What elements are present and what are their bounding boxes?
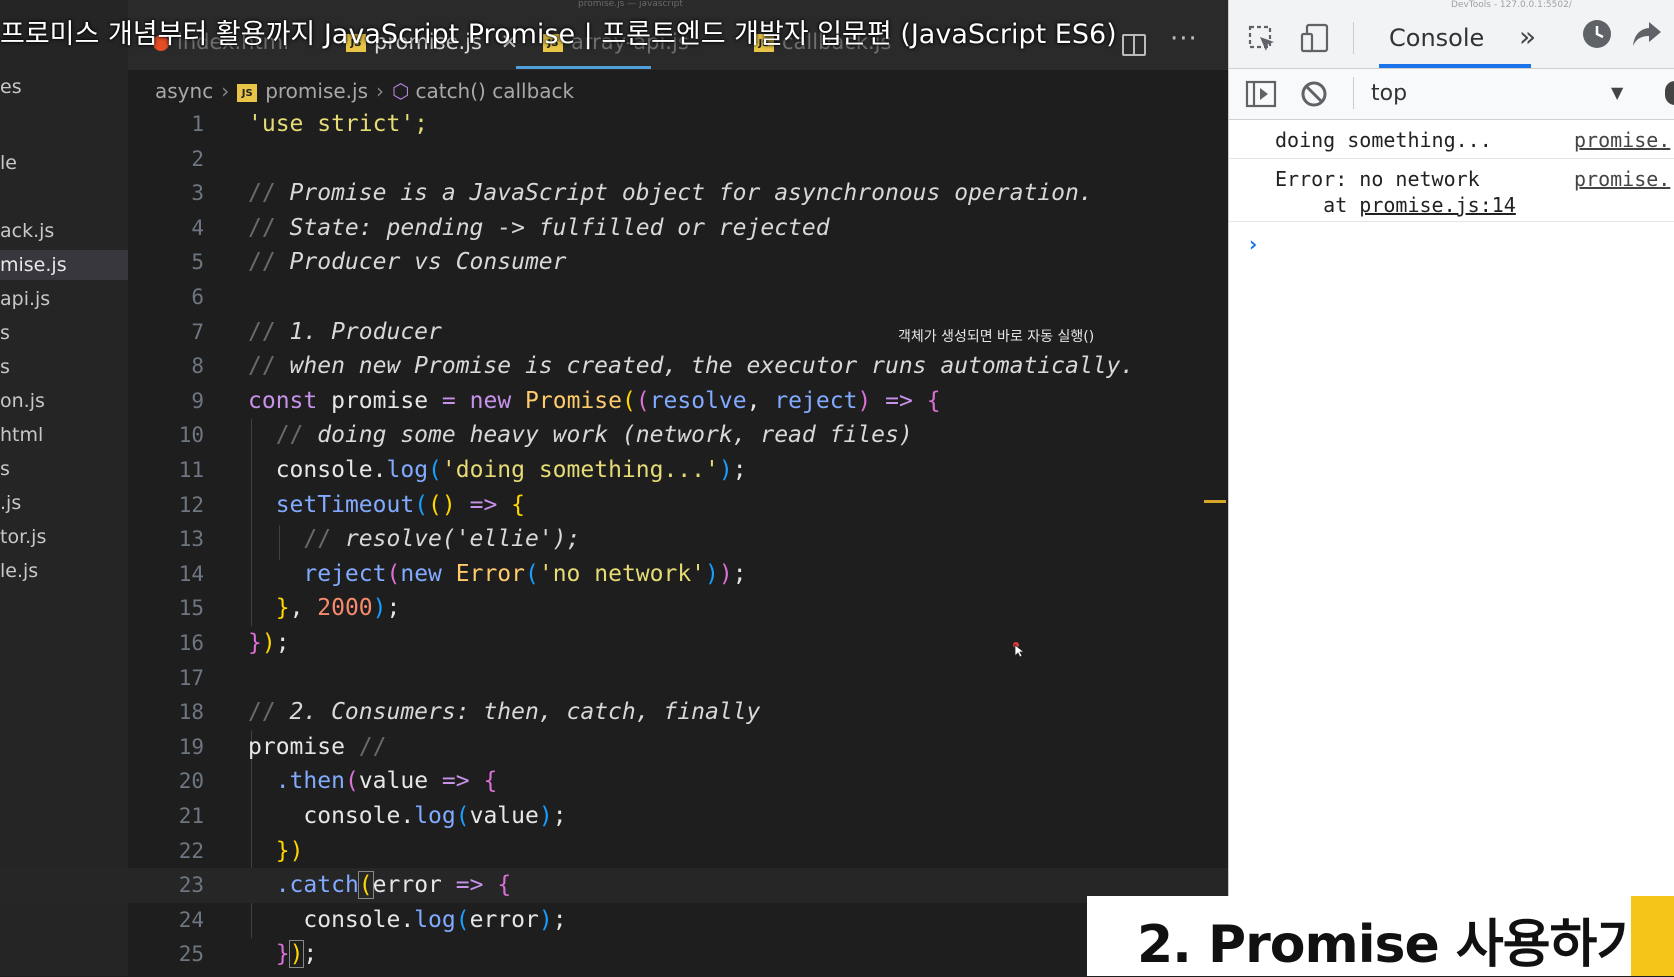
line-number: 20 bbox=[178, 769, 204, 794]
breadcrumb-file[interactable]: promise.js bbox=[265, 79, 368, 103]
console-prompt-icon[interactable]: › bbox=[1249, 232, 1257, 256]
line-number: 22 bbox=[178, 838, 204, 863]
line-number: 4 bbox=[191, 215, 204, 240]
code-line: 13 // resolve('ellie'); bbox=[0, 522, 1228, 557]
code-line: 12 setTimeout(() => { bbox=[0, 488, 1228, 523]
line-number: 5 bbox=[191, 250, 204, 275]
breadcrumb-folder[interactable]: async bbox=[155, 79, 213, 103]
devtools-caption: DevTools - 127.0.0.1:5502/ bbox=[1451, 0, 1572, 10]
line-number: 18 bbox=[178, 700, 204, 725]
line-number: 13 bbox=[178, 527, 204, 552]
line-number: 19 bbox=[178, 734, 204, 759]
context-selector[interactable]: top bbox=[1371, 81, 1407, 106]
toolbar-divider bbox=[1353, 22, 1354, 54]
code-line: 20 .then(value => { bbox=[0, 764, 1228, 799]
sidebar-toggle-icon[interactable] bbox=[1245, 79, 1277, 109]
overview-ruler-marker bbox=[1204, 500, 1226, 503]
sidebar-heading: es bbox=[0, 76, 22, 98]
js-icon: JS bbox=[237, 83, 258, 102]
line-number: 24 bbox=[178, 907, 204, 932]
code-line: 5// Producer vs Consumer bbox=[0, 245, 1228, 280]
eye-icon[interactable] bbox=[1665, 81, 1674, 105]
line-number: 23 bbox=[178, 873, 204, 898]
line-number: 25 bbox=[178, 942, 204, 967]
code-editor: es le ack.js mise.js api.js s s on.js ht… bbox=[0, 0, 1228, 976]
line-number: 7 bbox=[191, 319, 204, 344]
split-editor-icon[interactable] bbox=[1122, 34, 1146, 56]
clock-icon[interactable] bbox=[1581, 18, 1613, 50]
chevron-right-icon: › bbox=[221, 79, 230, 103]
code-line: 1'use strict'; bbox=[0, 107, 1228, 142]
code-line: 18// 2. Consumers: then, catch, finally bbox=[0, 695, 1228, 730]
subtitle-text: 2. Promise 사용하기 bbox=[1137, 915, 1644, 975]
breadcrumb-symbol[interactable]: catch() callback bbox=[415, 79, 574, 103]
code-line: 17 bbox=[0, 661, 1228, 696]
console-error-message: Error: no network promise. at promise.js… bbox=[1229, 159, 1674, 222]
devtools-panel: DevTools - 127.0.0.1:5502/ Console » top… bbox=[1228, 0, 1674, 976]
code-line: 6 bbox=[0, 280, 1228, 315]
share-arrow-icon[interactable] bbox=[1631, 20, 1663, 48]
tab-console[interactable]: Console bbox=[1389, 24, 1484, 52]
code-line: 19 promise // bbox=[0, 730, 1228, 765]
devtools-toolbar: DevTools - 127.0.0.1:5502/ Console » bbox=[1229, 0, 1674, 69]
line-number: 17 bbox=[178, 665, 204, 690]
active-tab-indicator bbox=[1379, 64, 1531, 68]
code-line: 24 console.log(error); bbox=[0, 903, 1228, 938]
code-line: 22 }) bbox=[0, 834, 1228, 869]
line-number: 14 bbox=[178, 561, 204, 586]
cube-icon: ⬡ bbox=[392, 79, 410, 103]
console-message-text: doing something... bbox=[1275, 128, 1492, 152]
console-filter-bar: top ▼ bbox=[1229, 69, 1674, 120]
stack-trace-link[interactable]: promise.js:14 bbox=[1359, 193, 1516, 217]
console-stack-line: at promise.js:14 bbox=[1275, 193, 1516, 217]
video-title: 프로미스 개념부터 활용까지 JavaScript Promise | 프론트엔… bbox=[0, 19, 1117, 50]
dropdown-arrow-icon[interactable]: ▼ bbox=[1611, 83, 1623, 102]
more-actions-icon[interactable]: ··· bbox=[1170, 24, 1198, 54]
line-number: 2 bbox=[191, 146, 204, 171]
code-line: 16}); bbox=[0, 626, 1228, 661]
code-line: 2 bbox=[0, 142, 1228, 177]
line-number: 21 bbox=[178, 804, 204, 828]
line-number: 12 bbox=[178, 492, 204, 517]
toolbar-divider bbox=[1353, 77, 1354, 109]
chevron-right-icon: › bbox=[376, 79, 384, 103]
line-number: 9 bbox=[191, 388, 204, 413]
console-message: doing something... promise. bbox=[1229, 120, 1674, 159]
breadcrumb: async › JS promise.js › ⬡ catch() callback bbox=[155, 76, 574, 106]
line-number: 6 bbox=[191, 285, 204, 309]
code-line: 10 // doing some heavy work (network, re… bbox=[0, 418, 1228, 453]
code-line-current: 23 .catch(error => { bbox=[0, 868, 1228, 903]
device-toolbar-icon[interactable] bbox=[1299, 22, 1331, 54]
annotation-note: 객체가 생성되면 바로 자동 실행() bbox=[898, 329, 1095, 345]
console-source-link[interactable]: promise. bbox=[1574, 128, 1670, 152]
code-line: 21 console.log(value); bbox=[0, 799, 1228, 834]
code-line: 9 const promise = new Promise((resolve, r… bbox=[0, 384, 1228, 419]
window-caption: promise.js — javascript bbox=[578, 0, 683, 9]
active-tab-indicator bbox=[516, 66, 651, 69]
more-tabs-icon[interactable]: » bbox=[1519, 20, 1536, 53]
line-number: 16 bbox=[178, 631, 204, 655]
code-line: 4// State: pending -> fulfilled or rejec… bbox=[0, 211, 1228, 246]
line-number: 10 bbox=[178, 423, 204, 448]
line-number: 8 bbox=[191, 354, 204, 379]
code-line: 11 console.log('doing something...'); bbox=[0, 453, 1228, 488]
code-line: 8// when new Promise is created, the exe… bbox=[0, 349, 1228, 384]
line-number: 11 bbox=[178, 458, 204, 482]
console-message-text: Error: no network bbox=[1275, 167, 1480, 191]
line-number: 3 bbox=[191, 181, 204, 206]
line-number: 15 bbox=[178, 596, 204, 621]
mouse-cursor-icon bbox=[1013, 642, 1024, 658]
line-number: 1 bbox=[191, 112, 204, 136]
subtitle-accent-bar bbox=[1631, 896, 1674, 976]
code-line: 14 reject(new Error('no network')); bbox=[0, 557, 1228, 592]
clear-console-icon[interactable] bbox=[1299, 79, 1329, 109]
code-line: 25 }); bbox=[0, 937, 1228, 972]
console-source-link[interactable]: promise. bbox=[1574, 167, 1670, 191]
video-subtitle: 2. Promise 사용하기 bbox=[1087, 896, 1674, 976]
inspect-element-icon[interactable] bbox=[1247, 24, 1277, 54]
code-line: 15 }, 2000); bbox=[0, 591, 1228, 626]
code-line: 3// Promise is a JavaScript object for a… bbox=[0, 176, 1228, 211]
